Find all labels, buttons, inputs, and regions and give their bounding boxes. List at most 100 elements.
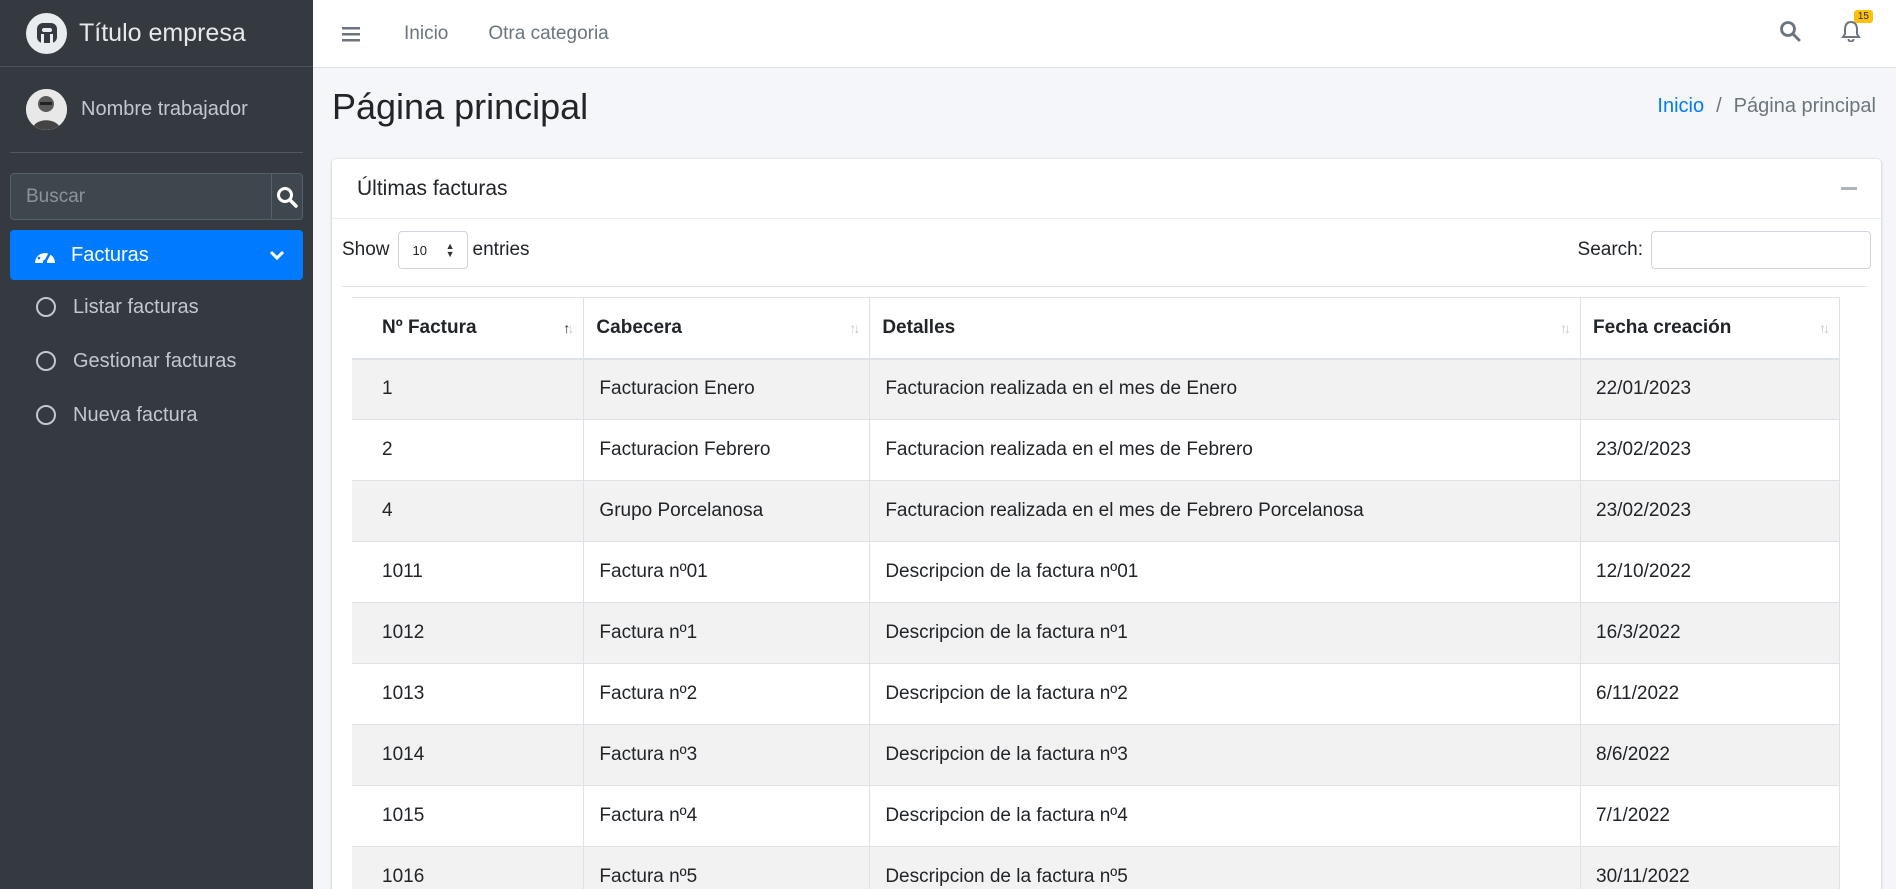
cell-fecha: 8/6/2022 (1580, 724, 1840, 786)
menu-toggle-button[interactable] (342, 25, 362, 43)
search-icon (1780, 21, 1801, 42)
table-controls: Show 10 ▲ ▼ entries Search: (342, 231, 1871, 269)
table-row[interactable]: 1014 Factura nº3 Descripcion de la factu… (352, 724, 1840, 786)
cell-cabecera: Factura nº2 (583, 663, 871, 725)
cell-detalles: Descripcion de la factura nº4 (869, 785, 1582, 847)
breadcrumb-link-inicio[interactable]: Inicio (1657, 95, 1704, 118)
sidebar-item-nueva-factura[interactable]: Nueva factura (10, 388, 303, 442)
column-header-label: Detalles (882, 316, 956, 338)
cell-numero: 4 (352, 480, 585, 542)
cell-numero: 2 (352, 419, 585, 481)
sidebar-item-label: Gestionar facturas (73, 349, 237, 372)
cell-fecha: 23/02/2023 (1580, 419, 1840, 481)
collapse-minus-icon[interactable] (1841, 187, 1857, 190)
cell-numero: 1011 (352, 541, 585, 603)
cell-cabecera: Facturacion Febrero (583, 419, 871, 481)
hamburger-icon (342, 26, 360, 41)
column-header-detalles[interactable]: Detalles ↑↓ (869, 297, 1582, 360)
show-label: Show (342, 239, 390, 260)
cell-cabecera: Facturacion Enero (583, 358, 871, 420)
table-row[interactable]: 1016 Factura nº5 Descripcion de la factu… (352, 846, 1840, 889)
table-search-input[interactable] (1651, 231, 1871, 269)
bell-icon (1841, 20, 1861, 43)
sidebar-search-button[interactable] (271, 174, 302, 219)
column-header-cabecera[interactable]: Cabecera ↑↓ (583, 297, 871, 360)
sidebar-item-label: Nueva factura (73, 403, 198, 426)
cell-fecha: 6/11/2022 (1580, 663, 1840, 725)
top-navbar: Inicio Otra categoria 15 (313, 0, 1896, 68)
search-icon (277, 186, 298, 208)
cell-cabecera: Factura nº1 (583, 602, 871, 664)
sidebar-item-label: Facturas (71, 243, 149, 266)
sidebar-search-input[interactable] (11, 174, 271, 219)
cell-detalles: Descripcion de la factura nº3 (869, 724, 1582, 786)
brand-title: Título empresa (79, 18, 246, 47)
notifications-button[interactable]: 15 (1841, 10, 1873, 47)
table-row[interactable]: 4 Grupo Porcelanosa Facturacion realizad… (352, 480, 1840, 542)
table-row[interactable]: 1 Facturacion Enero Facturacion realizad… (352, 358, 1840, 420)
cell-fecha: 22/01/2023 (1580, 358, 1840, 420)
sort-icon: ↑↓ (1819, 320, 1830, 336)
breadcrumb-current: Página principal (1733, 95, 1876, 117)
invoices-card: Últimas facturas Show 10 ▲ ▼ entries Sear… (332, 159, 1881, 889)
sidebar-item-gestionar-facturas[interactable]: Gestionar facturas (10, 334, 303, 388)
cell-detalles: Facturacion realizada en el mes de Enero (869, 358, 1582, 420)
card-title: Últimas facturas (357, 176, 508, 200)
cell-numero: 1016 (352, 846, 585, 889)
table-row[interactable]: 1012 Factura nº1 Descripcion de la factu… (352, 602, 1840, 664)
cell-detalles: Facturacion realizada en el mes de Febre… (869, 480, 1582, 542)
sidebar-item-facturas[interactable]: Facturas (10, 230, 303, 280)
cell-numero: 1012 (352, 602, 585, 664)
table-row[interactable]: 1011 Factura nº01 Descripcion de la fact… (352, 541, 1840, 603)
user-name: Nombre trabajador (81, 98, 248, 120)
column-header-numero[interactable]: Nº Factura ↑↓ (352, 297, 585, 360)
column-header-fecha[interactable]: Fecha creación ↑↓ (1580, 297, 1840, 360)
table-row[interactable]: 2 Facturacion Febrero Facturacion realiz… (352, 419, 1840, 481)
entries-label: entries (472, 239, 530, 260)
cell-fecha: 23/02/2023 (1580, 480, 1840, 542)
entries-length-value: 10 (412, 242, 427, 258)
cell-cabecera: Factura nº4 (583, 785, 871, 847)
sort-icon: ↑↓ (849, 320, 860, 336)
cell-cabecera: Factura nº01 (583, 541, 871, 603)
notification-count-badge: 15 (1853, 10, 1873, 23)
sidebar: Título empresa Nombre trabajador Factura… (0, 0, 313, 889)
cell-detalles: Descripcion de la factura nº2 (869, 663, 1582, 725)
card-header: Últimas facturas (332, 159, 1881, 219)
avatar (26, 89, 67, 130)
sidebar-item-listar-facturas[interactable]: Listar facturas (10, 280, 303, 334)
cell-fecha: 16/3/2022 (1580, 602, 1840, 664)
navbar-search-button[interactable] (1779, 20, 1801, 47)
sidebar-item-label: Listar facturas (73, 295, 199, 318)
page-title: Página principal (332, 86, 589, 127)
nav-link-otra-categoria[interactable]: Otra categoria (488, 23, 608, 45)
cell-numero: 1013 (352, 663, 585, 725)
table-header-row: Nº Factura ↑↓ Cabecera ↑↓ Detalles ↑↓ Fecha… (352, 297, 1840, 360)
dashboard-gauge-icon (35, 248, 55, 265)
table-wrapper: Nº Factura ↑↓ Cabecera ↑↓ Detalles ↑↓ Fecha… (342, 286, 1867, 889)
cell-fecha: 7/1/2022 (1580, 785, 1840, 847)
brand-link[interactable]: Título empresa (0, 0, 313, 67)
cell-fecha: 30/11/2022 (1580, 846, 1840, 889)
user-panel[interactable]: Nombre trabajador (10, 67, 303, 153)
column-header-label: Cabecera (596, 316, 682, 338)
cell-cabecera: Factura nº3 (583, 724, 871, 786)
cell-numero: 1015 (352, 785, 585, 847)
column-header-label: Fecha creación (1593, 316, 1732, 338)
navbar-actions: 15 (1779, 10, 1873, 47)
circle-icon (36, 351, 56, 371)
select-arrows-icon: ▲ ▼ (445, 241, 455, 259)
cell-numero: 1 (352, 358, 585, 420)
sort-ascending-icon: ↑↓ (563, 320, 574, 336)
nav-link-inicio[interactable]: Inicio (404, 23, 448, 45)
circle-icon (36, 405, 56, 425)
table-row[interactable]: 1013 Factura nº2 Descripcion de la factu… (352, 663, 1840, 725)
invoices-table: Nº Factura ↑↓ Cabecera ↑↓ Detalles ↑↓ Fecha… (352, 297, 1840, 889)
cell-detalles: Descripcion de la factura nº1 (869, 602, 1582, 664)
cell-detalles: Facturacion realizada en el mes de Febre… (869, 419, 1582, 481)
chevron-down-icon (269, 250, 285, 261)
cell-cabecera: Grupo Porcelanosa (583, 480, 871, 542)
breadcrumb: Inicio / Página principal (1657, 95, 1876, 118)
entries-length-select[interactable]: 10 ▲ ▼ (397, 231, 468, 269)
table-row[interactable]: 1015 Factura nº4 Descripcion de la factu… (352, 785, 1840, 847)
